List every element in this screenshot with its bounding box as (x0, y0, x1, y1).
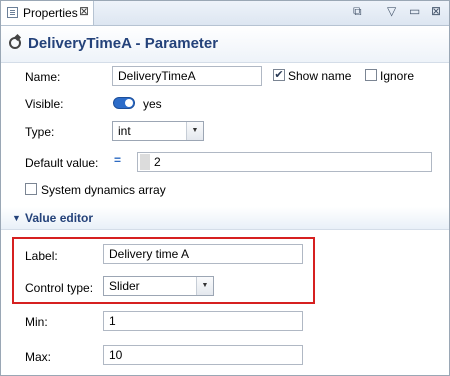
tab-label: Properties (23, 6, 78, 20)
close-view-icon[interactable]: ⊠ (431, 4, 441, 18)
visible-toggle[interactable] (113, 97, 135, 109)
default-value-field[interactable]: 2 (137, 152, 432, 172)
default-value-label: Default value: (25, 156, 99, 170)
static-value-icon[interactable]: = (114, 153, 121, 167)
system-dynamics-array-checkbox[interactable] (25, 183, 37, 195)
ignore-checkbox[interactable] (365, 69, 377, 81)
system-dynamics-array-label: System dynamics array (41, 183, 166, 197)
value-type-indicator (140, 154, 150, 170)
visible-value: yes (143, 97, 162, 111)
min-label: Min: (25, 315, 48, 329)
properties-icon (7, 7, 18, 18)
min-field[interactable]: 1 (103, 311, 303, 331)
tab-bar: Properties ⊠ ⧉ ▽ ▭ ⊠ (1, 1, 449, 26)
show-name-label: Show name (288, 69, 352, 83)
highlight-box (12, 237, 315, 304)
value-editor-section-header[interactable]: ▼ Value editor (1, 207, 449, 230)
visible-label: Visible: (25, 97, 64, 111)
properties-header: DeliveryTimeA - Parameter (1, 26, 449, 63)
collapse-arrow-icon: ▼ (12, 213, 21, 223)
type-select[interactable]: int ▼ (112, 121, 204, 141)
name-field[interactable]: DeliveryTimeA (112, 66, 262, 86)
tab-properties[interactable]: Properties ⊠ (1, 1, 94, 25)
new-window-icon[interactable]: ⧉ (353, 4, 362, 19)
properties-view: Properties ⊠ ⧉ ▽ ▭ ⊠ DeliveryTimeA - Par… (0, 0, 450, 376)
type-value: int (118, 124, 131, 138)
max-label: Max: (25, 350, 52, 364)
default-value-text: 2 (154, 155, 161, 169)
max-field[interactable]: 10 (103, 345, 303, 365)
close-tab-icon[interactable]: ⊠ (79, 4, 89, 18)
name-label: Name: (25, 70, 61, 84)
show-name-checkbox[interactable]: ✔ (273, 69, 285, 81)
chevron-down-icon: ▼ (186, 122, 203, 140)
minimize-icon[interactable]: ▽ (387, 4, 396, 18)
type-label: Type: (25, 125, 55, 139)
ignore-label: Ignore (380, 69, 415, 83)
maximize-icon[interactable]: ▭ (409, 4, 420, 18)
parameter-icon (9, 37, 21, 49)
section-title: Value editor (25, 211, 94, 225)
page-title: DeliveryTimeA - Parameter (28, 35, 219, 52)
